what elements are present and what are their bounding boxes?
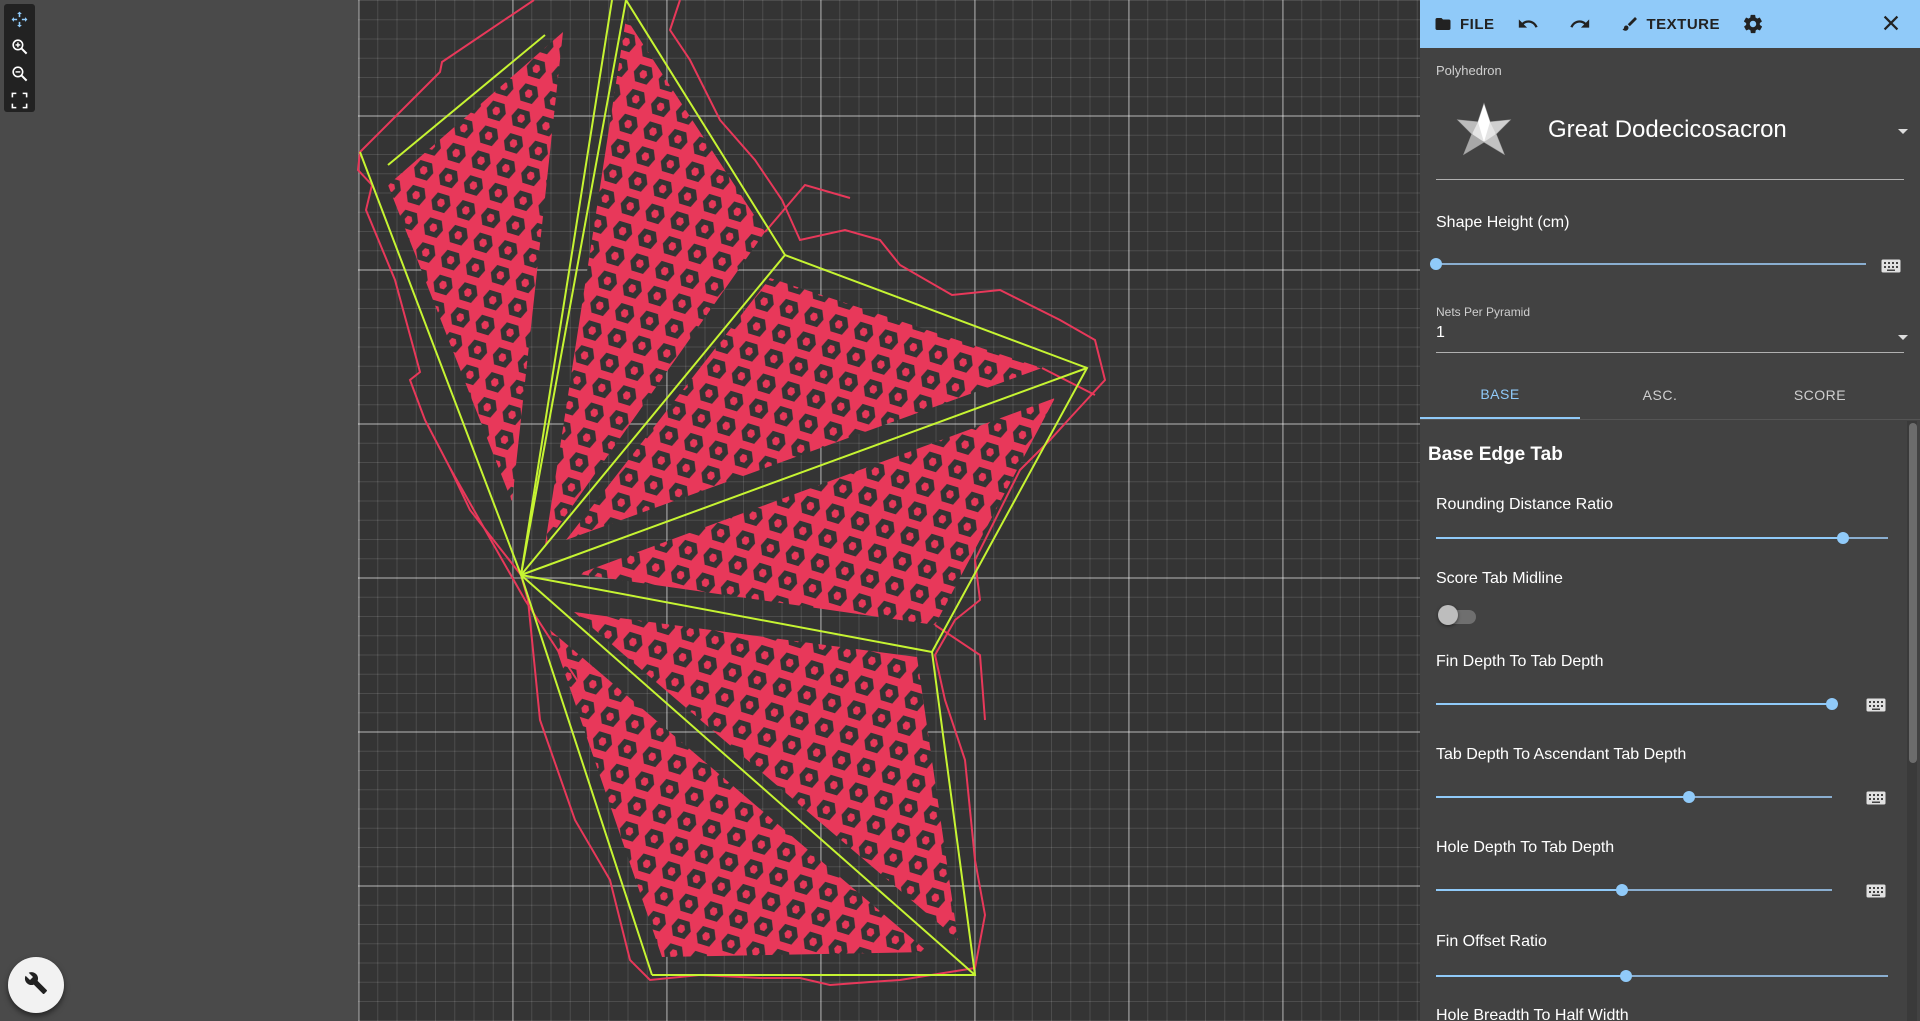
texture-label: TEXTURE <box>1646 15 1721 33</box>
chevron-down-icon <box>1898 335 1908 340</box>
brush-icon <box>1622 17 1637 31</box>
keyboard-icon[interactable] <box>1881 259 1901 273</box>
redo-icon <box>1569 19 1589 28</box>
fin-offset-ratio-slider[interactable] <box>1436 970 1888 982</box>
undo-icon <box>1518 19 1538 28</box>
folder-icon <box>1435 18 1451 30</box>
fit-screen-icon[interactable] <box>9 90 30 111</box>
keyboard-icon[interactable] <box>1866 698 1886 712</box>
keyboard-icon[interactable] <box>1866 884 1886 898</box>
tab-ascendant[interactable]: ASC. <box>1580 371 1740 419</box>
shape-height-label: Shape Height (cm) <box>1436 214 1570 231</box>
pan-icon[interactable] <box>9 9 30 30</box>
score-tab-midline-label: Score Tab Midline <box>1436 570 1563 587</box>
nets-per-pyramid-select[interactable]: 1 <box>1436 324 1908 353</box>
tab-score[interactable]: SCORE <box>1740 371 1900 419</box>
polyhedron-value: Great Dodecicosacron <box>1548 116 1787 143</box>
tab-base[interactable]: BASE <box>1420 371 1580 419</box>
tab-depth-to-ascendant-tab-depth-label: Tab Depth To Ascendant Tab Depth <box>1436 746 1687 763</box>
close-icon <box>1883 15 1899 31</box>
fin-depth-to-tab-depth-label: Fin Depth To Tab Depth <box>1436 653 1604 670</box>
panel-scrollbar-thumb[interactable] <box>1909 423 1917 763</box>
polyhedron-thumbnail <box>1456 102 1512 156</box>
fin-offset-ratio-label: Fin Offset Ratio <box>1436 933 1547 950</box>
chevron-down-icon <box>1898 129 1908 134</box>
dieline-net[interactable] <box>0 0 1420 1021</box>
keyboard-icon[interactable] <box>1866 791 1886 805</box>
fin-depth-to-tab-depth-slider[interactable] <box>1436 698 1838 710</box>
zoom-out-icon[interactable] <box>9 63 30 84</box>
file-button[interactable]: FILE <box>1434 15 1495 33</box>
panel-toolbar: FILE TEXTURE <box>1420 0 1920 48</box>
hole-depth-to-tab-depth-label: Hole Depth To Tab Depth <box>1436 839 1615 856</box>
pattern-canvas[interactable] <box>0 0 1420 1021</box>
tab-depth-to-ascendant-tab-depth-slider[interactable] <box>1436 791 1832 803</box>
undo-button[interactable] <box>1517 13 1547 35</box>
hole-depth-to-tab-depth-slider[interactable] <box>1436 884 1832 896</box>
redo-button[interactable] <box>1569 13 1599 35</box>
nets-per-pyramid-label: Nets Per Pyramid <box>1436 305 1531 319</box>
shape-height-slider[interactable] <box>1430 258 1866 270</box>
gear-icon <box>1743 14 1763 34</box>
control-panel: FILE TEXTURE Polyhedron Great Dodecicosa… <box>1420 0 1920 1021</box>
polyhedron-select[interactable]: Great Dodecicosacron <box>1436 84 1908 180</box>
tab-bar: BASE ASC. SCORE <box>1420 371 1900 419</box>
wrench-icon <box>24 971 48 1000</box>
zoom-in-icon[interactable] <box>9 36 30 57</box>
nets-per-pyramid-value: 1 <box>1436 324 1445 341</box>
close-button[interactable] <box>1880 12 1902 39</box>
section-title: Base Edge Tab <box>1428 444 1563 465</box>
polyhedron-label: Polyhedron <box>1436 63 1502 78</box>
rounding-distance-ratio-slider[interactable] <box>1436 532 1888 544</box>
hole-breadth-to-half-width-label: Hole Breadth To Half Width <box>1436 1007 1629 1021</box>
texture-button[interactable]: TEXTURE <box>1621 15 1721 33</box>
canvas-toolbar <box>4 4 35 112</box>
tab-divider <box>1420 419 1920 420</box>
rounding-distance-ratio-label: Rounding Distance Ratio <box>1436 496 1613 513</box>
settings-button[interactable] <box>1742 13 1772 35</box>
file-label: FILE <box>1460 15 1495 33</box>
settings-fab[interactable] <box>8 957 64 1013</box>
